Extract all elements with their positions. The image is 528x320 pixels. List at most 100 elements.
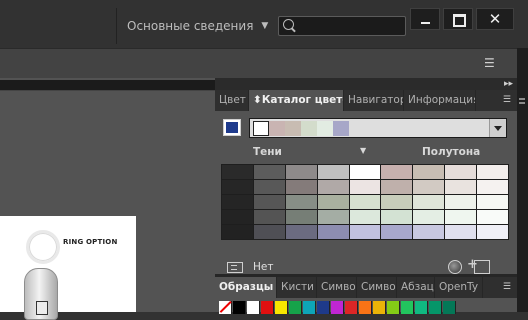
harmony-rules-selector[interactable] bbox=[249, 118, 507, 138]
color-variation-cell[interactable] bbox=[381, 195, 413, 209]
harmony-color-swatch[interactable] bbox=[301, 121, 317, 136]
panel-menu-icon[interactable]: ☰ bbox=[503, 277, 511, 298]
color-variation-cell[interactable] bbox=[445, 210, 477, 224]
color-variation-cell[interactable] bbox=[349, 180, 381, 194]
minimize-button[interactable] bbox=[410, 8, 440, 30]
color-variation-cell[interactable] bbox=[381, 180, 413, 194]
pendant-slot bbox=[36, 301, 48, 315]
close-button[interactable]: ✕ bbox=[476, 8, 514, 30]
tab-symbols[interactable]: Симво bbox=[317, 277, 357, 298]
color-variation-cell[interactable] bbox=[477, 225, 508, 239]
color-variation-cell[interactable] bbox=[349, 165, 381, 179]
chevron-down-icon[interactable] bbox=[489, 119, 506, 137]
harmony-color-swatch[interactable] bbox=[333, 121, 349, 136]
tab-opentype[interactable]: OpenTy bbox=[435, 277, 483, 298]
swatch-library-icon[interactable] bbox=[227, 262, 243, 273]
color-variation-cell[interactable] bbox=[317, 225, 349, 239]
color-variation-cell[interactable] bbox=[222, 195, 253, 209]
color-variation-cell[interactable] bbox=[445, 165, 477, 179]
collapse-panel-icon[interactable]: ▸▸ bbox=[504, 78, 513, 90]
color-variation-cell[interactable] bbox=[285, 165, 317, 179]
tab-navigator[interactable]: Навигатор bbox=[344, 90, 404, 111]
search-input[interactable] bbox=[278, 16, 406, 36]
color-variation-cell[interactable] bbox=[222, 165, 253, 179]
variation-dropdown-icon[interactable]: ▼ bbox=[360, 146, 366, 155]
harmony-color-swatch[interactable] bbox=[269, 121, 285, 136]
color-variation-cell[interactable] bbox=[477, 210, 508, 224]
color-variation-cell[interactable] bbox=[285, 225, 317, 239]
color-variation-cell[interactable] bbox=[253, 165, 285, 179]
color-variation-cell[interactable] bbox=[222, 210, 253, 224]
color-variation-cell[interactable] bbox=[381, 165, 413, 179]
color-variation-cell[interactable] bbox=[413, 165, 445, 179]
color-variation-cell[interactable] bbox=[222, 225, 253, 239]
harmony-color-swatch[interactable] bbox=[253, 121, 269, 136]
swatch-none[interactable] bbox=[219, 301, 232, 314]
tab-brushes[interactable]: Кисти bbox=[277, 277, 317, 298]
swatch[interactable] bbox=[415, 301, 428, 314]
swatch[interactable] bbox=[303, 301, 316, 314]
swatch[interactable] bbox=[247, 301, 260, 314]
color-variation-cell[interactable] bbox=[222, 180, 253, 194]
tab-info[interactable]: Информация bbox=[404, 90, 476, 111]
maximize-button[interactable] bbox=[443, 8, 473, 30]
swatch[interactable] bbox=[289, 301, 302, 314]
color-variation-cell[interactable] bbox=[477, 165, 508, 179]
color-variation-cell[interactable] bbox=[285, 180, 317, 194]
color-variation-cell[interactable] bbox=[253, 180, 285, 194]
swatch[interactable] bbox=[275, 301, 288, 314]
swatch[interactable] bbox=[261, 301, 274, 314]
tab-color[interactable]: Цвет bbox=[215, 90, 249, 111]
swatch[interactable] bbox=[331, 301, 344, 314]
tab-paragraph[interactable]: Абзац bbox=[397, 277, 435, 298]
color-variation-cell[interactable] bbox=[477, 180, 508, 194]
current-color-swatch[interactable] bbox=[223, 119, 241, 136]
color-variations-grid bbox=[221, 164, 509, 240]
color-variation-cell[interactable] bbox=[381, 225, 413, 239]
save-swatch-group-icon[interactable] bbox=[467, 257, 490, 274]
swatch[interactable] bbox=[429, 301, 442, 314]
panel-menu-icon[interactable]: ☰ bbox=[503, 90, 511, 111]
color-variation-cell[interactable] bbox=[349, 195, 381, 209]
panel-menu-icon[interactable]: ☰ bbox=[484, 56, 495, 70]
color-variation-cell[interactable] bbox=[477, 195, 508, 209]
tab-color-guide[interactable]: ⬍Каталог цветов bbox=[249, 90, 344, 111]
edit-colors-icon[interactable] bbox=[448, 260, 462, 274]
swatch[interactable] bbox=[317, 301, 330, 314]
swap-arrows-icon: ⬍ bbox=[253, 94, 262, 106]
swatch[interactable] bbox=[401, 301, 414, 314]
tab-swatches[interactable]: Образцы bbox=[215, 277, 277, 298]
color-variation-cell[interactable] bbox=[445, 180, 477, 194]
ring-artwork[interactable] bbox=[26, 230, 60, 264]
tab-character-styles[interactable]: Симво bbox=[357, 277, 397, 298]
panel-header[interactable]: ▸▸ bbox=[215, 78, 517, 90]
color-variation-cell[interactable] bbox=[413, 210, 445, 224]
color-variation-cell[interactable] bbox=[253, 210, 285, 224]
harmony-color-swatch[interactable] bbox=[317, 121, 333, 136]
color-variation-cell[interactable] bbox=[253, 195, 285, 209]
color-variation-cell[interactable] bbox=[285, 195, 317, 209]
color-variation-cell[interactable] bbox=[445, 195, 477, 209]
swatch[interactable] bbox=[443, 301, 456, 314]
color-variation-cell[interactable] bbox=[317, 195, 349, 209]
color-variation-cell[interactable] bbox=[317, 210, 349, 224]
color-variation-cell[interactable] bbox=[349, 225, 381, 239]
swatch[interactable] bbox=[387, 301, 400, 314]
color-variation-cell[interactable] bbox=[413, 225, 445, 239]
artboard[interactable] bbox=[0, 216, 136, 312]
color-variation-cell[interactable] bbox=[285, 210, 317, 224]
color-variation-cell[interactable] bbox=[317, 165, 349, 179]
color-variation-cell[interactable] bbox=[349, 210, 381, 224]
color-variation-cell[interactable] bbox=[253, 225, 285, 239]
color-variation-cell[interactable] bbox=[413, 195, 445, 209]
swatch[interactable] bbox=[373, 301, 386, 314]
harmony-color-swatch[interactable] bbox=[285, 121, 301, 136]
workspace-switcher[interactable]: Основные сведения ▼ bbox=[116, 8, 278, 44]
color-variation-cell[interactable] bbox=[413, 180, 445, 194]
color-variation-cell[interactable] bbox=[381, 210, 413, 224]
color-variation-cell[interactable] bbox=[317, 180, 349, 194]
swatch[interactable] bbox=[345, 301, 358, 314]
swatch[interactable] bbox=[233, 301, 246, 314]
swatch[interactable] bbox=[359, 301, 372, 314]
color-variation-cell[interactable] bbox=[445, 225, 477, 239]
